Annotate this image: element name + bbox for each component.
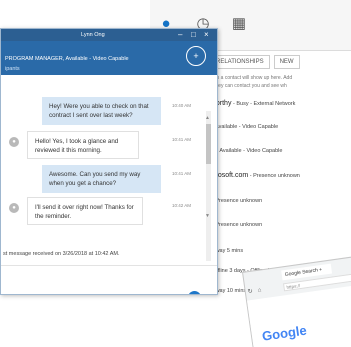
- message-bubble-in: I'll send it over right now! Thanks for …: [27, 197, 143, 225]
- contact-item[interactable]: - Presence unknown: [212, 198, 262, 204]
- relationship-tabs: RELATIONSHIPS NEW: [210, 55, 304, 71]
- avatar-icon: ●: [9, 203, 19, 213]
- contact-item[interactable]: - Available - Video Capable: [212, 124, 278, 130]
- message-time: 10:41 AM: [172, 171, 192, 176]
- add-people-icon[interactable]: +: [186, 46, 206, 66]
- contact-status: - Presence unknown: [212, 198, 263, 204]
- browser-window[interactable]: Google Search + ↻ ⌂ https:// Google: [242, 255, 351, 347]
- contact-status: - Presence unknown: [212, 222, 263, 228]
- screen: ● ◷ ▦ RELATIONSHIPS NEW as a contact will…: [0, 0, 351, 347]
- home-icon[interactable]: ⌂: [257, 288, 261, 294]
- minimize-icon[interactable]: –: [178, 30, 182, 39]
- contacts-info: as a contact will show up here. Add they…: [214, 74, 349, 90]
- message-bubble-in: Hello! Yes, I took a glance and reviewed…: [27, 131, 139, 159]
- google-logo: Google: [261, 322, 308, 344]
- contact-status: s - Available - Video Capable: [212, 148, 283, 154]
- close-icon[interactable]: ×: [204, 30, 209, 39]
- conversation-header: PROGRAM MANAGER, Available - Video Capab…: [1, 41, 217, 75]
- maximize-icon[interactable]: □: [191, 30, 196, 39]
- participants-link[interactable]: ipants: [5, 66, 20, 72]
- contact-status: - Busy - External Network: [233, 101, 296, 107]
- avatar-icon: ●: [9, 137, 19, 147]
- window-title: Lynn Ong: [81, 32, 105, 38]
- last-received-note: st message received on 3/26/2018 at 10:4…: [3, 251, 120, 257]
- message-bubble-out: Awesome. Can you send my way when you ge…: [42, 165, 161, 193]
- contact-item[interactable]: s - Available - Video Capable: [212, 148, 282, 154]
- contact-item[interactable]: oorthy - Busy - External Network: [212, 100, 295, 107]
- new-tab-button[interactable]: +: [319, 267, 323, 273]
- message-time: 10:40 AM: [172, 103, 192, 108]
- tab-relationships[interactable]: RELATIONSHIPS: [210, 55, 270, 69]
- refresh-icon[interactable]: ↻: [247, 289, 253, 296]
- contact-item[interactable]: crosoft.com - Presence unknown: [212, 172, 300, 179]
- message-bubble-out: Hey! Were you able to check on that cont…: [42, 97, 161, 125]
- message-time: 10:41 AM: [172, 137, 192, 142]
- conversation-window: Lynn Ong – □ × PROGRAM MANAGER, Availabl…: [0, 28, 218, 295]
- contact-item[interactable]: - Presence unknown: [212, 222, 262, 228]
- meetings-icon[interactable]: ▦: [228, 12, 250, 34]
- scrollbar-thumb[interactable]: [206, 124, 211, 164]
- send-icon[interactable]: ▶: [188, 291, 201, 294]
- tab-new[interactable]: NEW: [273, 55, 300, 69]
- title-bar: Lynn Ong – □ ×: [1, 29, 217, 41]
- message-time: 10:42 AM: [172, 203, 192, 208]
- info-line: as a contact will show up here. Add: [214, 75, 293, 81]
- scroll-down-icon[interactable]: ▼: [205, 213, 210, 219]
- scroll-up-icon[interactable]: ▲: [205, 115, 210, 121]
- contact-status-line: PROGRAM MANAGER, Available - Video Capab…: [5, 56, 129, 62]
- contact-status: - Presence unknown: [249, 173, 300, 179]
- contact-status: - Available - Video Capable: [212, 124, 279, 130]
- info-line: they can contact you and see wh: [214, 83, 287, 89]
- browser-tab-label: Google Search: [284, 267, 319, 279]
- compose-separator: [1, 265, 217, 266]
